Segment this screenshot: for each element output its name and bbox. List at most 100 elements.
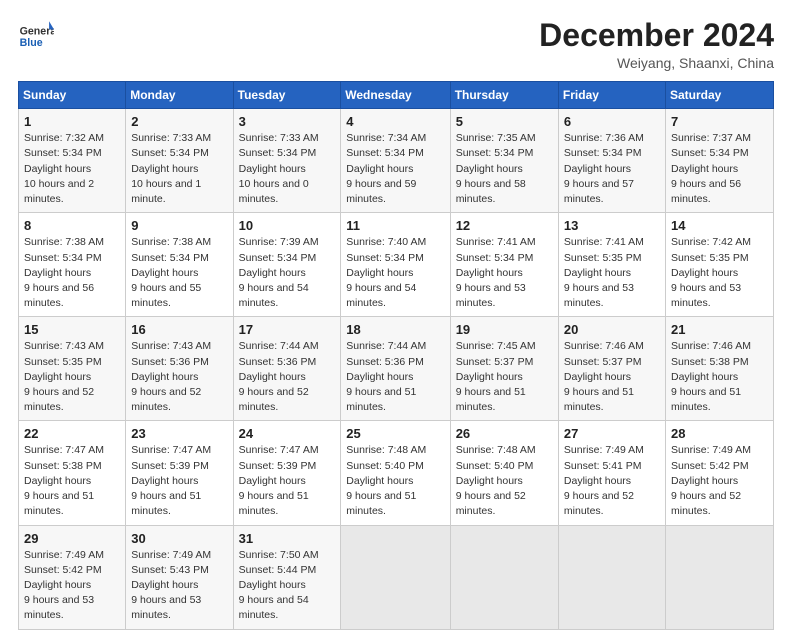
- weekday-wednesday: Wednesday: [341, 82, 450, 109]
- title-area: December 2024 Weiyang, Shaanxi, China: [539, 18, 774, 71]
- day-number: 8: [24, 218, 120, 233]
- day-info: Sunrise: 7:49 AMSunset: 5:42 PMDaylight …: [24, 548, 120, 624]
- day-info: Sunrise: 7:49 AMSunset: 5:43 PMDaylight …: [131, 548, 227, 624]
- weekday-header-row: SundayMondayTuesdayWednesdayThursdayFrid…: [19, 82, 774, 109]
- day-number: 17: [239, 322, 336, 337]
- calendar-cell: 18 Sunrise: 7:44 AMSunset: 5:36 PMDayligh…: [341, 317, 450, 421]
- day-number: 24: [239, 426, 336, 441]
- calendar-cell: 23Sunrise: 7:47 AMSunset: 5:39 PMDayligh…: [126, 421, 233, 525]
- calendar-cell: 3 Sunrise: 7:33 AMSunset: 5:34 PMDaylight…: [233, 109, 341, 213]
- day-number: 4: [346, 114, 444, 129]
- day-number: 15: [24, 322, 120, 337]
- day-number: 22: [24, 426, 120, 441]
- day-number: 20: [564, 322, 660, 337]
- day-info: Sunrise: 7:32 AMSunset: 5:34 PMDaylight …: [24, 131, 120, 207]
- day-info: Sunrise: 7:33 AMSunset: 5:34 PMDaylight …: [239, 131, 336, 207]
- day-number: 26: [456, 426, 553, 441]
- day-info: Sunrise: 7:34 AMSunset: 5:34 PMDaylight …: [346, 131, 444, 207]
- day-number: 10: [239, 218, 336, 233]
- day-number: 12: [456, 218, 553, 233]
- calendar-cell: 22Sunrise: 7:47 AMSunset: 5:38 PMDayligh…: [19, 421, 126, 525]
- day-info: Sunrise: 7:41 AMSunset: 5:35 PMDaylight …: [564, 235, 660, 311]
- subtitle: Weiyang, Shaanxi, China: [539, 55, 774, 71]
- day-info: Sunrise: 7:44 AMSunset: 5:36 PMDaylight …: [346, 339, 444, 415]
- page: General Blue December 2024 Weiyang, Shaa…: [0, 0, 792, 642]
- calendar-cell: 16Sunrise: 7:43 AMSunset: 5:36 PMDayligh…: [126, 317, 233, 421]
- day-number: 2: [131, 114, 227, 129]
- day-info: Sunrise: 7:35 AMSunset: 5:34 PMDaylight …: [456, 131, 553, 207]
- calendar-cell: 28Sunrise: 7:49 AMSunset: 5:42 PMDayligh…: [665, 421, 773, 525]
- day-info: Sunrise: 7:45 AMSunset: 5:37 PMDaylight …: [456, 339, 553, 415]
- calendar-cell: [665, 525, 773, 629]
- day-number: 7: [671, 114, 768, 129]
- svg-text:Blue: Blue: [20, 37, 43, 49]
- day-info: Sunrise: 7:44 AMSunset: 5:36 PMDaylight …: [239, 339, 336, 415]
- day-number: 11: [346, 218, 444, 233]
- day-info: Sunrise: 7:38 AMSunset: 5:34 PMDaylight …: [131, 235, 227, 311]
- day-info: Sunrise: 7:50 AMSunset: 5:44 PMDaylight …: [239, 548, 336, 624]
- calendar-cell: 11Sunrise: 7:40 AMSunset: 5:34 PMDayligh…: [341, 213, 450, 317]
- day-number: 21: [671, 322, 768, 337]
- day-number: 5: [456, 114, 553, 129]
- day-info: Sunrise: 7:48 AMSunset: 5:40 PMDaylight …: [456, 443, 553, 519]
- calendar-cell: 20 Sunrise: 7:46 AMSunset: 5:37 PMDayligh…: [558, 317, 665, 421]
- calendar-cell: 24 Sunrise: 7:47 AMSunset: 5:39 PMDayligh…: [233, 421, 341, 525]
- calendar-cell: 10 Sunrise: 7:39 AMSunset: 5:34 PMDayligh…: [233, 213, 341, 317]
- day-info: Sunrise: 7:47 AMSunset: 5:39 PMDaylight …: [239, 443, 336, 519]
- weekday-tuesday: Tuesday: [233, 82, 341, 109]
- day-number: 14: [671, 218, 768, 233]
- calendar: SundayMondayTuesdayWednesdayThursdayFrid…: [18, 81, 774, 629]
- weekday-monday: Monday: [126, 82, 233, 109]
- day-number: 19: [456, 322, 553, 337]
- weekday-sunday: Sunday: [19, 82, 126, 109]
- day-number: 23: [131, 426, 227, 441]
- calendar-cell: 29 Sunrise: 7:49 AMSunset: 5:42 PMDayligh…: [19, 525, 126, 629]
- day-info: Sunrise: 7:41 AMSunset: 5:34 PMDaylight …: [456, 235, 553, 311]
- week-row-1: 1Sunrise: 7:32 AMSunset: 5:34 PMDaylight…: [19, 109, 774, 213]
- day-number: 27: [564, 426, 660, 441]
- day-number: 9: [131, 218, 227, 233]
- day-info: Sunrise: 7:39 AMSunset: 5:34 PMDaylight …: [239, 235, 336, 311]
- weekday-thursday: Thursday: [450, 82, 558, 109]
- weekday-friday: Friday: [558, 82, 665, 109]
- day-number: 31: [239, 531, 336, 546]
- calendar-cell: 12 Sunrise: 7:41 AMSunset: 5:34 PMDayligh…: [450, 213, 558, 317]
- day-number: 13: [564, 218, 660, 233]
- calendar-cell: 7 Sunrise: 7:37 AMSunset: 5:34 PMDaylight…: [665, 109, 773, 213]
- calendar-cell: 4 Sunrise: 7:34 AMSunset: 5:34 PMDaylight…: [341, 109, 450, 213]
- header: General Blue December 2024 Weiyang, Shaa…: [18, 18, 774, 71]
- logo-icon: General Blue: [18, 18, 54, 54]
- week-row-4: 22Sunrise: 7:47 AMSunset: 5:38 PMDayligh…: [19, 421, 774, 525]
- calendar-cell: 1Sunrise: 7:32 AMSunset: 5:34 PMDaylight…: [19, 109, 126, 213]
- calendar-cell: 2 Sunrise: 7:33 AMSunset: 5:34 PMDaylight…: [126, 109, 233, 213]
- calendar-cell: 17 Sunrise: 7:44 AMSunset: 5:36 PMDayligh…: [233, 317, 341, 421]
- day-info: Sunrise: 7:46 AMSunset: 5:37 PMDaylight …: [564, 339, 660, 415]
- calendar-cell: 15 Sunrise: 7:43 AMSunset: 5:35 PMDayligh…: [19, 317, 126, 421]
- calendar-cell: 8 Sunrise: 7:38 AMSunset: 5:34 PMDaylight…: [19, 213, 126, 317]
- calendar-cell: [450, 525, 558, 629]
- day-info: Sunrise: 7:37 AMSunset: 5:34 PMDaylight …: [671, 131, 768, 207]
- day-info: Sunrise: 7:48 AMSunset: 5:40 PMDaylight …: [346, 443, 444, 519]
- day-info: Sunrise: 7:46 AMSunset: 5:38 PMDaylight …: [671, 339, 768, 415]
- month-title: December 2024: [539, 18, 774, 53]
- day-number: 3: [239, 114, 336, 129]
- weekday-saturday: Saturday: [665, 82, 773, 109]
- day-number: 18: [346, 322, 444, 337]
- calendar-cell: [558, 525, 665, 629]
- day-number: 25: [346, 426, 444, 441]
- calendar-cell: 5 Sunrise: 7:35 AMSunset: 5:34 PMDaylight…: [450, 109, 558, 213]
- week-row-5: 29 Sunrise: 7:49 AMSunset: 5:42 PMDayligh…: [19, 525, 774, 629]
- week-row-2: 8 Sunrise: 7:38 AMSunset: 5:34 PMDaylight…: [19, 213, 774, 317]
- day-info: Sunrise: 7:38 AMSunset: 5:34 PMDaylight …: [24, 235, 120, 311]
- day-number: 30: [131, 531, 227, 546]
- day-number: 16: [131, 322, 227, 337]
- day-number: 29: [24, 531, 120, 546]
- calendar-cell: 13 Sunrise: 7:41 AMSunset: 5:35 PMDayligh…: [558, 213, 665, 317]
- calendar-cell: 21 Sunrise: 7:46 AMSunset: 5:38 PMDayligh…: [665, 317, 773, 421]
- calendar-cell: 26 Sunrise: 7:48 AMSunset: 5:40 PMDayligh…: [450, 421, 558, 525]
- calendar-cell: 19 Sunrise: 7:45 AMSunset: 5:37 PMDayligh…: [450, 317, 558, 421]
- calendar-cell: 31 Sunrise: 7:50 AMSunset: 5:44 PMDayligh…: [233, 525, 341, 629]
- calendar-cell: 6Sunrise: 7:36 AMSunset: 5:34 PMDaylight…: [558, 109, 665, 213]
- day-info: Sunrise: 7:33 AMSunset: 5:34 PMDaylight …: [131, 131, 227, 207]
- day-info: Sunrise: 7:43 AMSunset: 5:35 PMDaylight …: [24, 339, 120, 415]
